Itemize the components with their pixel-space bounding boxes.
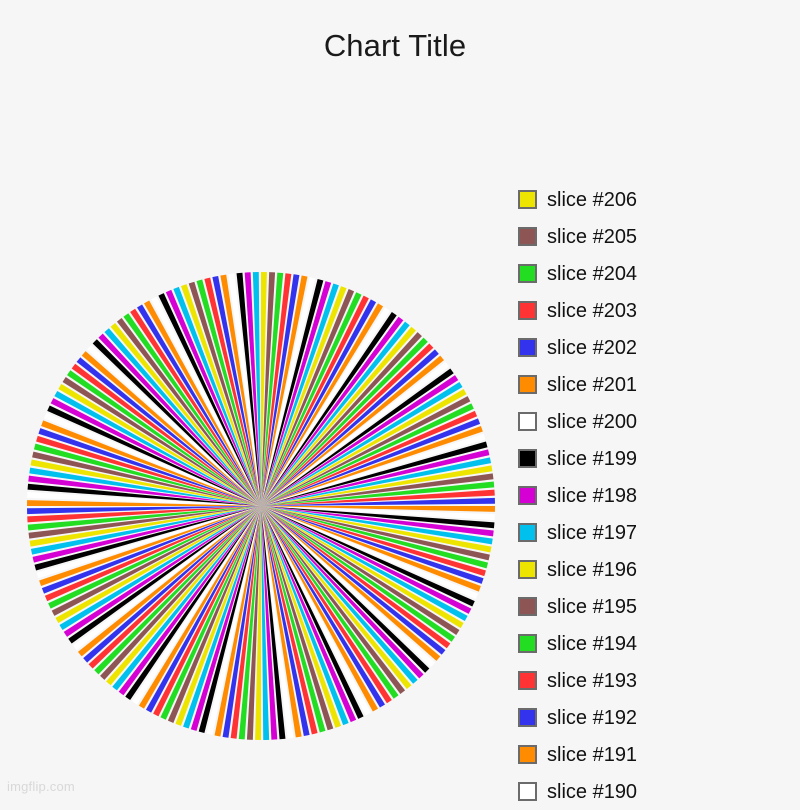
legend-swatch-icon xyxy=(518,227,537,246)
pie-slice-group xyxy=(27,272,495,740)
legend-item[interactable]: slice #199 xyxy=(518,440,796,477)
legend-item[interactable]: slice #203 xyxy=(518,292,796,329)
legend-swatch-icon xyxy=(518,375,537,394)
page-title: Chart Title xyxy=(323,28,467,63)
legend-item[interactable]: slice #202 xyxy=(518,329,796,366)
legend-item[interactable]: slice #206 xyxy=(518,181,796,218)
legend-swatch-icon xyxy=(518,597,537,616)
pie-chart-figure: Chart Title slice #206 slice #205 slice #2… xyxy=(0,0,800,803)
legend-item-label: slice #195 xyxy=(547,595,638,618)
legend-swatch-icon xyxy=(518,745,537,764)
legend-item-label: slice #204 xyxy=(547,262,638,285)
legend-item-label: slice #199 xyxy=(547,447,638,470)
legend-swatch-icon xyxy=(518,634,537,653)
legend-item[interactable]: slice #193 xyxy=(518,662,796,699)
legend-item-label: slice #191 xyxy=(547,743,638,766)
legend-swatch-icon xyxy=(518,560,537,579)
legend-swatch-icon xyxy=(518,264,537,283)
legend-item-label: slice #197 xyxy=(547,521,638,544)
legend-item[interactable]: slice #194 xyxy=(518,625,796,662)
legend-item[interactable]: slice #201 xyxy=(518,366,796,403)
legend-swatch-icon xyxy=(518,338,537,357)
legend-swatch-icon xyxy=(518,486,537,505)
legend-item-label: slice #201 xyxy=(547,373,638,396)
pie-slices-svg xyxy=(27,272,495,740)
legend-item-label: slice #192 xyxy=(547,706,638,729)
legend-swatch-icon xyxy=(518,708,537,727)
pie-chart-plot xyxy=(26,271,496,741)
legend-item-label: slice #190 xyxy=(547,780,638,803)
legend-item[interactable]: slice #205 xyxy=(518,218,796,255)
legend-swatch-icon xyxy=(518,449,537,468)
legend-item[interactable]: slice #200 xyxy=(518,403,796,440)
legend-item-label: slice #203 xyxy=(547,299,638,322)
legend-item[interactable]: slice #198 xyxy=(518,477,796,514)
legend-swatch-icon xyxy=(518,412,537,431)
legend-item-label: slice #206 xyxy=(547,188,638,211)
legend-item[interactable]: slice #204 xyxy=(518,255,796,292)
legend-swatch-icon xyxy=(518,301,537,320)
legend-swatch-icon xyxy=(518,190,537,209)
legend-item[interactable]: slice #196 xyxy=(518,551,796,588)
legend-item[interactable]: slice #197 xyxy=(518,514,796,551)
legend-item[interactable]: slice #191 xyxy=(518,736,796,773)
legend-item-label: slice #198 xyxy=(547,484,638,507)
watermark-label: imgflip.com xyxy=(7,779,75,794)
legend-item-label: slice #194 xyxy=(547,632,638,655)
legend-item-label: slice #193 xyxy=(547,669,638,692)
chart-legend: slice #206 slice #205 slice #204 slice #203… xyxy=(518,181,796,810)
legend-item-label: slice #205 xyxy=(547,225,638,248)
legend-item-label: slice #196 xyxy=(547,558,638,581)
legend-item-label: slice #202 xyxy=(547,336,638,359)
legend-swatch-icon xyxy=(518,671,537,690)
legend-item[interactable]: slice #195 xyxy=(518,588,796,625)
legend-item[interactable]: slice #190 xyxy=(518,773,796,810)
legend-swatch-icon xyxy=(518,523,537,542)
legend-item[interactable]: slice #192 xyxy=(518,699,796,736)
legend-swatch-icon xyxy=(518,782,537,801)
legend-item-label: slice #200 xyxy=(547,410,638,433)
